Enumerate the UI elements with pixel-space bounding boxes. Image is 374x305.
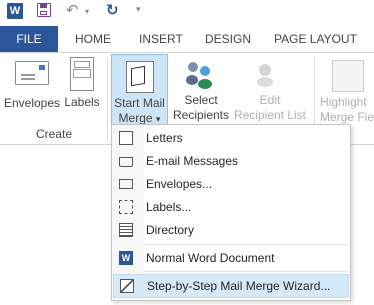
menu-separator	[144, 244, 348, 245]
ribbon-tab-bar: FILE HOME INSERT DESIGN PAGE LAYOUT	[0, 26, 374, 52]
tab-design[interactable]: DESIGN	[205, 26, 251, 52]
envelope-open-icon	[119, 157, 133, 167]
envelopes-button[interactable]: Envelopes	[3, 61, 61, 111]
edit-recipients-icon	[253, 60, 287, 90]
undo-icon[interactable]: ↶	[66, 1, 79, 19]
menu-item-email-messages[interactable]: E-mail Messages	[113, 150, 349, 172]
tab-page-layout[interactable]: PAGE LAYOUT	[274, 26, 357, 52]
menu-item-label: Normal Word Document	[146, 251, 275, 265]
edit-recipient-list-button[interactable]: Edit Recipient List	[232, 60, 308, 123]
highlight-merge-fields-line2: Merge Fie	[320, 110, 374, 124]
word-app-icon[interactable]: W	[7, 3, 23, 19]
redo-icon[interactable]: ↻	[106, 1, 119, 19]
menu-item-label: Envelopes...	[146, 177, 213, 191]
save-icon[interactable]	[37, 3, 51, 17]
menu-item-label: Letters	[146, 131, 183, 145]
envelope-icon	[119, 179, 133, 189]
labels-icon	[119, 200, 133, 214]
highlight-icon	[332, 60, 364, 92]
start-mail-merge-line2: Merge	[118, 111, 153, 125]
select-recipients-line1: Select	[184, 93, 218, 107]
labels-button[interactable]: Labels	[62, 57, 102, 110]
highlight-merge-fields-line1: Highlight	[320, 95, 367, 109]
start-mail-merge-menu: Letters E-mail Messages Envelopes... Lab…	[111, 124, 351, 301]
labels-icon	[70, 57, 94, 91]
menu-item-letters[interactable]: Letters	[113, 127, 349, 149]
menu-item-label: Step-by-Step Mail Merge Wizard...	[147, 279, 331, 293]
group-separator	[107, 58, 108, 140]
menu-item-label: Labels...	[146, 200, 192, 214]
chevron-down-icon: ▾	[155, 114, 161, 124]
undo-dropdown-icon[interactable]: ▾	[85, 7, 89, 16]
menu-item-step-by-step-wizard[interactable]: Step-by-Step Mail Merge Wizard...	[113, 274, 349, 298]
menu-separator	[144, 271, 348, 272]
word-doc-icon: W	[119, 251, 133, 265]
tab-file[interactable]: FILE	[0, 26, 58, 52]
recipients-icon	[184, 60, 218, 90]
envelopes-label: Envelopes	[3, 96, 61, 110]
envelope-icon	[15, 61, 49, 85]
highlight-merge-fields-button[interactable]: Highlight Merge Fie	[320, 60, 374, 125]
menu-item-directory[interactable]: Directory	[113, 219, 349, 241]
tab-insert[interactable]: INSERT	[139, 26, 183, 52]
labels-label: Labels	[64, 95, 100, 109]
tab-home[interactable]: HOME	[75, 26, 111, 52]
edit-recipient-list-line2: Recipient List	[233, 108, 307, 122]
menu-item-label: Directory	[146, 223, 195, 237]
group-label-create: Create	[36, 127, 73, 141]
menu-item-labels[interactable]: Labels...	[113, 196, 349, 218]
customize-toolbar-icon[interactable]: ▾	[136, 4, 141, 15]
menu-item-normal-word-document[interactable]: W Normal Word Document	[113, 247, 349, 269]
letter-page-icon	[119, 131, 133, 145]
edit-recipient-list-line1: Edit	[259, 93, 281, 107]
start-mail-merge-line1: Start Mail	[114, 96, 165, 110]
mail-merge-icon	[125, 61, 154, 93]
start-mail-merge-button[interactable]: Start Mail Merge ▾	[111, 54, 168, 126]
quick-access-toolbar: W ↶ ▾ ↻ ▾	[0, 0, 374, 24]
menu-item-envelopes[interactable]: Envelopes...	[113, 173, 349, 195]
wizard-icon	[120, 279, 134, 293]
directory-icon	[119, 223, 133, 237]
menu-item-label: E-mail Messages	[146, 154, 239, 168]
select-recipients-line2: Recipients	[172, 108, 230, 122]
